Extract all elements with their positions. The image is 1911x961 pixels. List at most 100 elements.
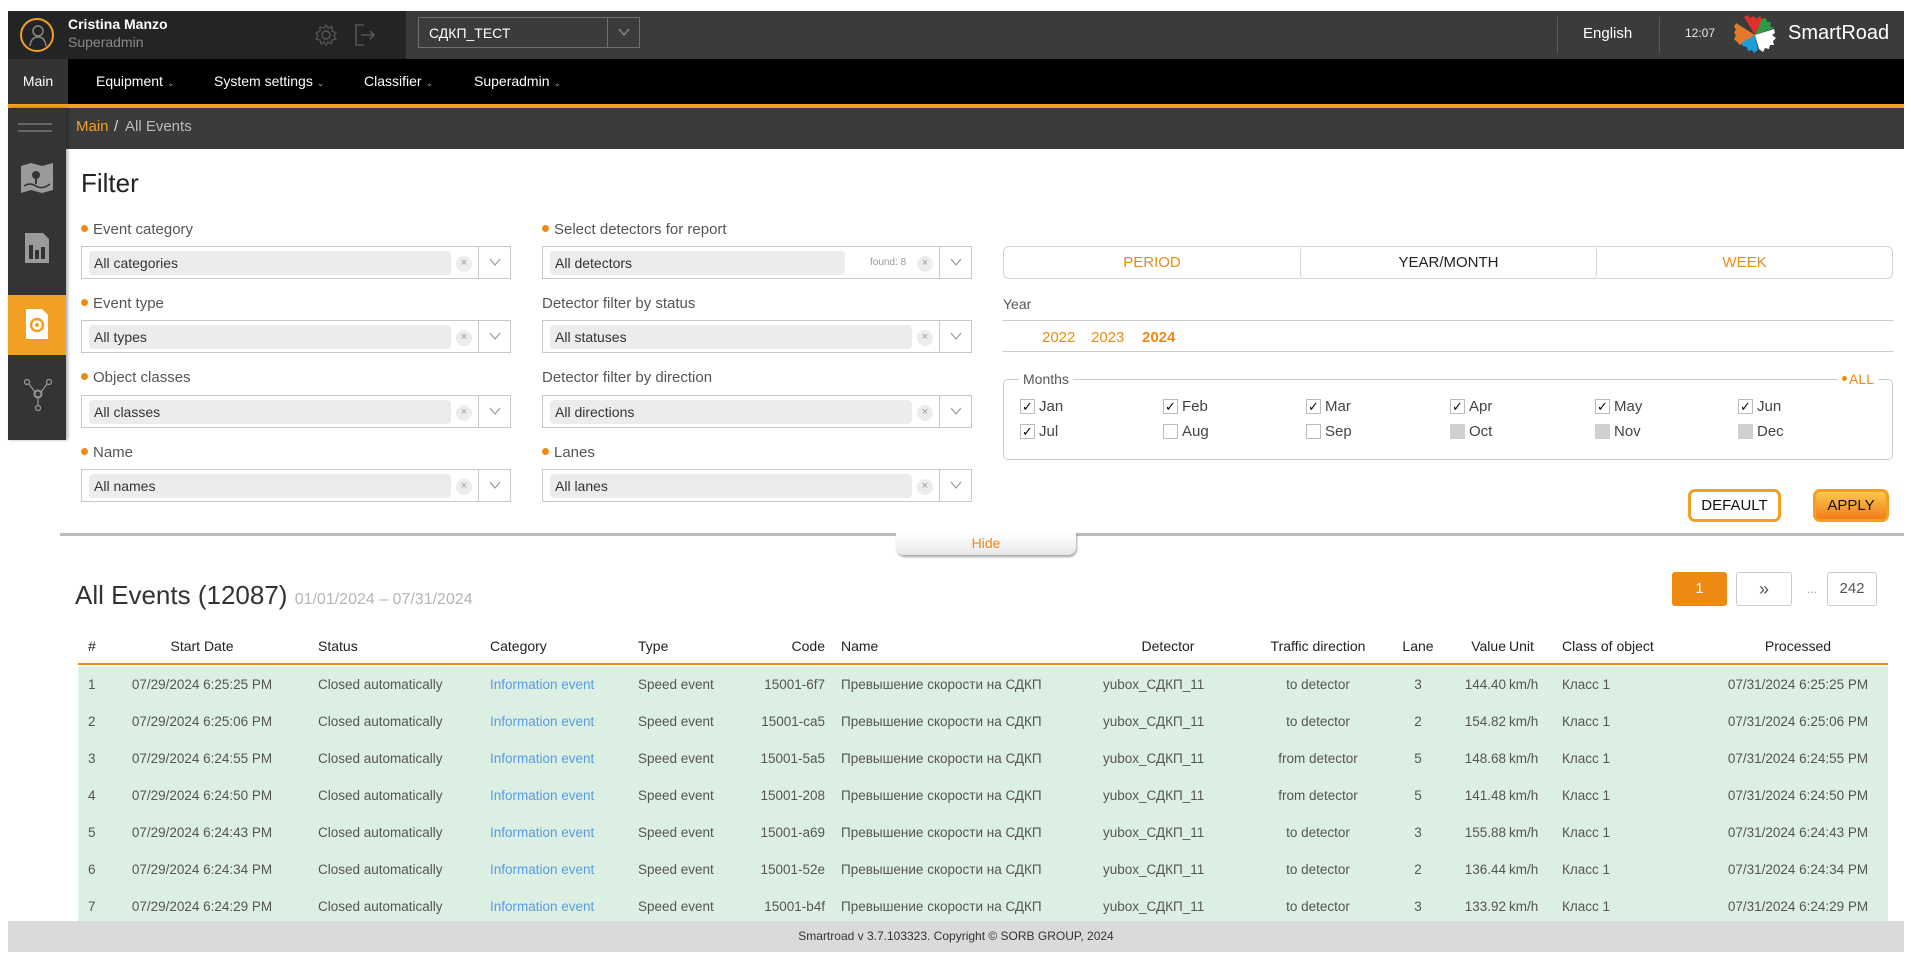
chevron-down-icon	[950, 407, 962, 415]
detector-direction-select[interactable]: All directions ×	[542, 395, 972, 428]
column-header-unit[interactable]: Unit	[1509, 638, 1549, 654]
checkbox-icon[interactable]	[1163, 424, 1178, 439]
tab-week[interactable]: WEEK	[1597, 247, 1892, 278]
column-header-processed[interactable]: Processed	[1718, 638, 1878, 654]
column-header-type[interactable]: Type	[638, 638, 738, 654]
cell-index: 3	[88, 751, 96, 766]
cell-category[interactable]: Information event	[490, 862, 640, 877]
next-page-button[interactable]: »	[1736, 572, 1792, 606]
dropdown-button[interactable]	[939, 470, 971, 501]
last-page-button[interactable]: 242	[1827, 572, 1877, 606]
table-row[interactable]: 5 07/29/2024 6:24:43 PM Closed automatical…	[78, 815, 1888, 852]
sidebar-item-reports[interactable]	[8, 208, 66, 295]
event-type-select[interactable]: All types ×	[81, 320, 511, 353]
nav-item-classifier[interactable]: Classifier ⌄	[364, 59, 433, 104]
checkbox-checked-icon[interactable]: ✓	[1595, 399, 1610, 414]
nav-item-equipment[interactable]: Equipment ⌄	[96, 59, 174, 104]
table-row[interactable]: 3 07/29/2024 6:24:55 PM Closed automatical…	[78, 741, 1888, 778]
default-button[interactable]: DEFAULT	[1688, 489, 1781, 522]
lanes-select[interactable]: All lanes ×	[542, 469, 972, 502]
column-header-code[interactable]: Code	[745, 638, 825, 654]
clear-icon[interactable]: ×	[917, 479, 933, 495]
checkbox-icon[interactable]	[1306, 424, 1321, 439]
page-1-button[interactable]: 1	[1672, 572, 1727, 606]
year-2023[interactable]: 2023	[1091, 329, 1124, 346]
table-row[interactable]: 2 07/29/2024 6:25:06 PM Closed automatical…	[78, 704, 1888, 741]
site-selector[interactable]: СДКП_ТЕСТ	[406, 11, 1566, 59]
tab-year-month[interactable]: YEAR/MONTH	[1300, 247, 1597, 278]
checkbox-checked-icon[interactable]: ✓	[1738, 399, 1753, 414]
sidebar-item-map[interactable]	[8, 148, 66, 208]
detector-status-select[interactable]: All statuses ×	[542, 320, 972, 353]
column-header-lane[interactable]: Lane	[1398, 638, 1438, 654]
column-header-status[interactable]: Status	[318, 638, 488, 654]
dropdown-button[interactable]	[478, 396, 510, 427]
months-select-all[interactable]: ALL	[1838, 371, 1878, 387]
checkbox-checked-icon[interactable]: ✓	[1163, 399, 1178, 414]
column-header-detector[interactable]: Detector	[1103, 638, 1233, 654]
column-header-traffic-direction[interactable]: Traffic direction	[1243, 638, 1393, 654]
column-header-start-date[interactable]: Start Date	[122, 638, 282, 654]
column-header-class-of-object[interactable]: Class of object	[1562, 638, 1692, 654]
checkbox-checked-icon[interactable]: ✓	[1306, 399, 1321, 414]
name-select[interactable]: All names ×	[81, 469, 511, 502]
checkbox-checked-icon[interactable]: ✓	[1020, 399, 1035, 414]
dropdown-button[interactable]	[939, 247, 971, 278]
site-select-value: СДКП_ТЕСТ	[429, 25, 511, 41]
year-2024[interactable]: 2024	[1142, 329, 1175, 346]
dropdown-button[interactable]	[939, 396, 971, 427]
clear-icon[interactable]: ×	[917, 330, 933, 346]
clear-icon[interactable]: ×	[456, 330, 472, 346]
dropdown-button[interactable]	[478, 247, 510, 278]
site-dropdown-button[interactable]	[607, 18, 639, 47]
sidebar-item-network[interactable]	[8, 355, 66, 440]
column-header-name[interactable]: Name	[841, 638, 1041, 654]
column-header-value[interactable]: Value	[1448, 638, 1506, 654]
object-classes-select[interactable]: All classes ×	[81, 395, 511, 428]
event-category-select[interactable]: All categories ×	[81, 246, 511, 279]
cell-category[interactable]: Information event	[490, 788, 640, 803]
nav-item-superadmin[interactable]: Superadmin ⌄	[474, 59, 561, 104]
dropdown-button[interactable]	[939, 321, 971, 352]
language-selector[interactable]: English	[1583, 25, 1632, 42]
clear-icon[interactable]: ×	[456, 405, 472, 421]
cell-category[interactable]: Information event	[490, 899, 640, 914]
checkbox-icon[interactable]	[1595, 424, 1610, 439]
dropdown-button[interactable]	[478, 321, 510, 352]
checkbox-checked-icon[interactable]: ✓	[1020, 424, 1035, 439]
cell-category[interactable]: Information event	[490, 677, 640, 692]
nav-item-main[interactable]: Main	[8, 59, 68, 104]
cell-category[interactable]: Information event	[490, 825, 640, 840]
avatar-icon[interactable]	[20, 18, 54, 52]
dropdown-button[interactable]	[478, 470, 510, 501]
clear-icon[interactable]: ×	[917, 405, 933, 421]
table-row[interactable]: 1 07/29/2024 6:25:25 PM Closed automatical…	[78, 667, 1888, 704]
clear-icon[interactable]: ×	[917, 256, 933, 272]
logout-icon[interactable]	[352, 22, 378, 53]
site-select-box[interactable]: СДКП_ТЕСТ	[418, 17, 640, 48]
tab-period[interactable]: PERIOD	[1004, 247, 1300, 278]
column-header-index[interactable]: #	[88, 638, 108, 654]
hide-filter-button[interactable]: Hide	[896, 533, 1076, 555]
clear-icon[interactable]: ×	[456, 256, 472, 272]
cell-start-date: 07/29/2024 6:24:29 PM	[131, 899, 273, 914]
cell-lane: 3	[1414, 899, 1422, 914]
sidebar-menu-toggle[interactable]	[8, 108, 66, 148]
column-header-category[interactable]: Category	[490, 638, 640, 654]
table-row[interactable]: 6 07/29/2024 6:24:34 PM Closed automatical…	[78, 852, 1888, 889]
clear-icon[interactable]: ×	[456, 479, 472, 495]
cell-category[interactable]: Information event	[490, 714, 640, 729]
sidebar-item-events[interactable]	[8, 295, 66, 355]
checkbox-checked-icon[interactable]: ✓	[1450, 399, 1465, 414]
detectors-select[interactable]: All detectors found: 8 ×	[542, 246, 972, 279]
table-row[interactable]: 4 07/29/2024 6:24:50 PM Closed automatical…	[78, 778, 1888, 815]
cell-traffic-direction: to detector	[1286, 677, 1350, 692]
year-2022[interactable]: 2022	[1042, 329, 1075, 346]
breadcrumb-main-link[interactable]: Main	[76, 118, 109, 135]
checkbox-icon[interactable]	[1450, 424, 1465, 439]
cell-category[interactable]: Information event	[490, 751, 640, 766]
apply-button[interactable]: APPLY	[1813, 489, 1889, 522]
gear-icon[interactable]	[314, 23, 338, 52]
checkbox-icon[interactable]	[1738, 424, 1753, 439]
nav-item-system-settings[interactable]: System settings ⌄	[214, 59, 324, 104]
